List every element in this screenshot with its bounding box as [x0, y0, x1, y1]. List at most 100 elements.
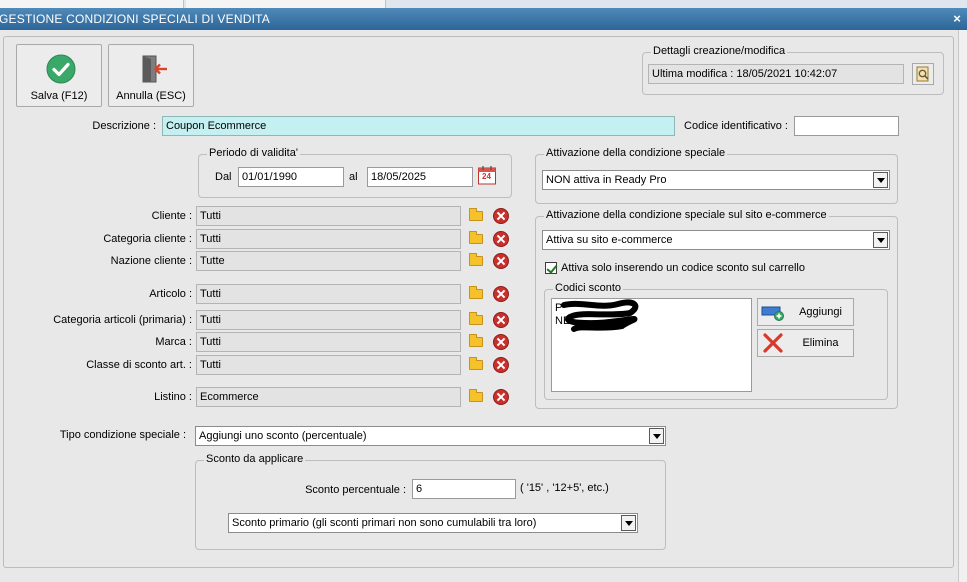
filter-label-cliente: Cliente : [151, 210, 192, 222]
document-search-icon [916, 66, 929, 82]
filter-label-categoria-articoli: Categoria articoli (primaria) : [53, 314, 192, 326]
clear-nazione-cliente-button[interactable] [490, 251, 512, 271]
filter-label-nazione-cliente: Nazione cliente : [110, 255, 192, 267]
special-type-select[interactable]: Aggiungi uno sconto (percentuale) [195, 426, 666, 446]
clear-classe-sconto-button[interactable] [490, 355, 512, 375]
filter-label-marca: Marca : [155, 336, 192, 348]
add-code-button[interactable]: Aggiungi [757, 298, 854, 326]
clear-listino-button[interactable] [490, 387, 512, 407]
filter-field-marca: Tutti [196, 332, 461, 352]
delete-code-button[interactable]: Elimina [757, 329, 854, 357]
from-date-input[interactable]: 01/01/1990 [238, 167, 344, 187]
details-group-title: Dettagli creazione/modifica [651, 45, 788, 57]
filter-label-listino: Listino : [154, 391, 192, 403]
filter-field-categoria-cliente: Tutti [196, 229, 461, 249]
to-date-input[interactable]: 18/05/2025 [367, 167, 473, 187]
browse-categoria-cliente-button[interactable] [465, 229, 487, 249]
activation-select-value: NON attiva in Ready Pro [546, 174, 667, 186]
validity-group-title: Periodo di validita' [207, 147, 300, 159]
filter-label-classe-sconto: Classe di sconto art. : [86, 359, 192, 371]
delete-icon [493, 389, 509, 405]
browse-articolo-button[interactable] [465, 284, 487, 304]
browse-marca-button[interactable] [465, 332, 487, 352]
delete-icon [493, 231, 509, 247]
delete-icon [493, 286, 509, 302]
check-circle-icon [46, 54, 76, 84]
window-titlebar: GESTIONE CONDIZIONI SPECIALI DI VENDITA … [0, 8, 967, 30]
filter-field-listino: Ecommerce [196, 387, 461, 407]
discount-percent-input[interactable]: 6 [412, 479, 516, 499]
chevron-down-icon[interactable] [621, 515, 636, 531]
background-window-edge [958, 30, 967, 582]
discount-group: Sconto da applicare [195, 453, 666, 550]
last-modified-field: Ultima modifica : 18/05/2021 10:42:07 [648, 64, 904, 84]
folder-icon [469, 208, 483, 221]
clear-categoria-cliente-button[interactable] [490, 229, 512, 249]
codes-group-title: Codici sconto [553, 282, 624, 294]
filter-field-articolo: Tutti [196, 284, 461, 304]
folder-icon [469, 357, 483, 370]
ecommerce-group-title: Attivazione della condizione speciale su… [544, 209, 829, 221]
browse-listino-button[interactable] [465, 387, 487, 407]
chevron-down-icon[interactable] [649, 428, 664, 444]
clear-articolo-button[interactable] [490, 284, 512, 304]
discount-type-select[interactable]: Sconto primario (gli sconti primari non … [228, 513, 638, 533]
delete-icon [493, 253, 509, 269]
special-type-label: Tipo condizione speciale : [59, 429, 186, 441]
filter-label-categoria-cliente: Categoria cliente : [103, 233, 192, 245]
add-card-icon [761, 306, 784, 321]
activation-select[interactable]: NON attiva in Ready Pro [542, 170, 890, 190]
cancel-button[interactable]: Annulla (ESC) [108, 44, 194, 107]
background-window-strip [0, 0, 967, 8]
save-button[interactable]: Salva (F12) [16, 44, 102, 107]
add-code-label: Aggiungi [799, 306, 842, 318]
filter-field-cliente: Tutti [196, 206, 461, 226]
window-title: GESTIONE CONDIZIONI SPECIALI DI VENDITA [0, 12, 270, 26]
clear-categoria-articoli-button[interactable] [490, 310, 512, 330]
filter-field-nazione-cliente: Tutte [196, 251, 461, 271]
browse-classe-sconto-button[interactable] [465, 355, 487, 375]
delete-icon [493, 334, 509, 350]
background-pane [186, 0, 386, 8]
folder-icon [469, 286, 483, 299]
special-type-value: Aggiungi uno sconto (percentuale) [199, 430, 367, 442]
background-pane [0, 0, 184, 8]
browse-nazione-cliente-button[interactable] [465, 251, 487, 271]
to-label: al [349, 171, 358, 183]
ecommerce-select-value: Attiva su sito e-commerce [546, 234, 673, 246]
close-icon[interactable]: × [953, 8, 961, 30]
code-input[interactable] [794, 116, 899, 136]
code-label: Codice identificativo : [684, 120, 788, 132]
discount-group-title: Sconto da applicare [204, 453, 306, 465]
filter-field-classe-sconto: Tutti [196, 355, 461, 375]
description-label: Descrizione : [92, 120, 156, 132]
discount-percent-label: Sconto percentuale : [305, 484, 406, 496]
history-button[interactable] [912, 63, 934, 85]
delete-icon [493, 208, 509, 224]
delete-icon [493, 312, 509, 328]
clear-marca-button[interactable] [490, 332, 512, 352]
exit-door-icon [142, 55, 167, 83]
from-label: Dal [215, 171, 232, 183]
browse-categoria-articoli-button[interactable] [465, 310, 487, 330]
folder-icon [469, 312, 483, 325]
folder-icon [469, 334, 483, 347]
filter-field-categoria-articoli: Tutti [196, 310, 461, 330]
clear-cliente-button[interactable] [490, 206, 512, 226]
coupon-only-checkbox[interactable] [545, 262, 557, 274]
delete-code-label: Elimina [802, 337, 839, 349]
chevron-down-icon[interactable] [873, 232, 888, 248]
chevron-down-icon[interactable] [873, 172, 888, 188]
redaction-scribble [561, 299, 639, 332]
browse-cliente-button[interactable] [465, 206, 487, 226]
calendar-day: 24 [482, 172, 491, 181]
red-x-icon [763, 333, 783, 353]
calendar-button[interactable]: 24 [477, 165, 497, 186]
codes-listbox[interactable]: P NE [551, 298, 752, 392]
filter-label-articolo: Articolo : [149, 288, 192, 300]
description-input[interactable]: Coupon Ecommerce [162, 116, 675, 136]
ecommerce-select[interactable]: Attiva su sito e-commerce [542, 230, 890, 250]
coupon-only-label: Attiva solo inserendo un codice sconto s… [561, 262, 805, 274]
discount-hint: ( '15' , '12+5', etc.) [520, 482, 609, 494]
folder-icon [469, 231, 483, 244]
